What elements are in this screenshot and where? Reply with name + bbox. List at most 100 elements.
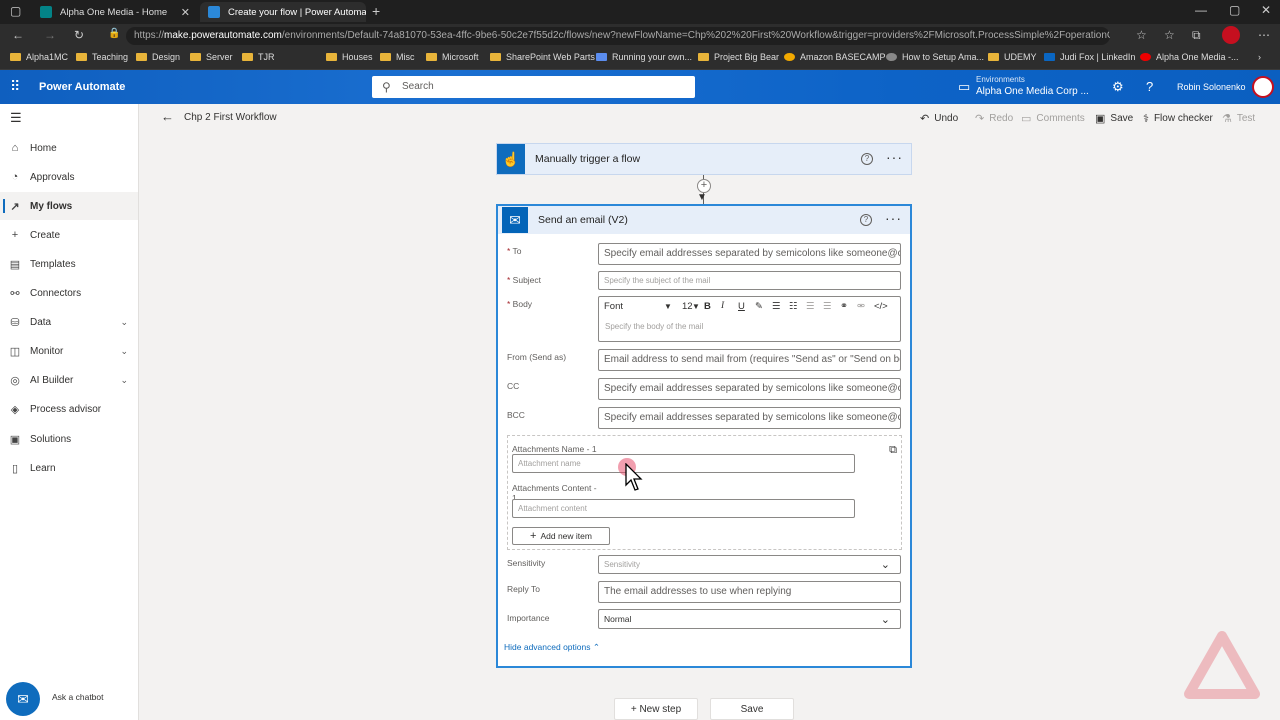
- undo-button[interactable]: ↶ Undo: [920, 112, 958, 125]
- link-icon[interactable]: ⚭: [840, 301, 857, 312]
- bookmark-item[interactable]: Misc: [380, 52, 415, 62]
- sidebar-item-ai-builder[interactable]: ◎ AI Builder ⌄: [0, 366, 138, 394]
- insert-step-button[interactable]: +: [697, 179, 711, 193]
- sidebar-item-data[interactable]: ⛁ Data ⌄: [0, 308, 138, 336]
- bookmark-item[interactable]: UDEMY: [988, 52, 1037, 62]
- bookmark-item[interactable]: TJR: [242, 52, 275, 62]
- flow-name[interactable]: Chp 2 First Workflow: [184, 112, 277, 123]
- bcc-field[interactable]: Specify email addresses separated by sem…: [598, 407, 901, 429]
- collections-icon[interactable]: ⧉: [1192, 28, 1201, 43]
- from-field[interactable]: Email address to send mail from (require…: [598, 349, 901, 371]
- maximize-icon[interactable]: ▢: [1229, 3, 1240, 17]
- environment-picker[interactable]: Alpha One Media Corp ...: [976, 86, 1089, 97]
- add-new-item-button[interactable]: + Add new item: [512, 527, 610, 545]
- chevron-down-icon[interactable]: ▼: [664, 302, 682, 311]
- sidebar-item-monitor[interactable]: ◫ Monitor ⌄: [0, 337, 138, 365]
- bookmark-item[interactable]: Microsoft: [426, 52, 479, 62]
- bookmark-item[interactable]: Design: [136, 52, 180, 62]
- italic-icon[interactable]: I: [721, 301, 738, 311]
- sidebar-item-my-flows[interactable]: ↗ My flows: [0, 192, 138, 220]
- attachment-name-field[interactable]: Attachment name: [512, 454, 855, 473]
- test-button[interactable]: ⚗ Test: [1222, 112, 1255, 125]
- trigger-card[interactable]: ☝ Manually trigger a flow ? ···: [496, 143, 912, 175]
- subject-field[interactable]: Specify the subject of the mail: [598, 271, 901, 290]
- sidebar-item-home[interactable]: ⌂ Home: [0, 134, 138, 162]
- switch-to-array-icon[interactable]: ⧉: [889, 444, 897, 457]
- reply-to-field[interactable]: The email addresses to use when replying: [598, 581, 901, 603]
- chatbot-button[interactable]: ✉: [6, 682, 40, 716]
- bookmark-item[interactable]: Server: [190, 52, 233, 62]
- bold-icon[interactable]: B: [704, 301, 721, 312]
- bookmark-item[interactable]: Running your own...: [596, 52, 692, 62]
- chevron-down-icon[interactable]: ▼: [692, 302, 704, 311]
- extensions-icon[interactable]: ☆: [1136, 28, 1147, 42]
- browser-tab-home[interactable]: Alpha One Media - Home ✕: [32, 2, 198, 22]
- sidebar-item-process-advisor[interactable]: ◈ Process advisor: [0, 395, 138, 423]
- help-icon[interactable]: ?: [1146, 79, 1153, 94]
- sidebar-item-learn[interactable]: ▯ Learn: [0, 454, 138, 482]
- comments-button[interactable]: ▭ Comments: [1021, 112, 1085, 125]
- redo-button[interactable]: ↷ Redo: [975, 112, 1013, 125]
- bookmark-item[interactable]: Amazon BASECAMP: [784, 52, 886, 62]
- chatbot-label[interactable]: Ask a chatbot: [52, 692, 104, 702]
- highlight-icon[interactable]: ✎: [755, 301, 772, 312]
- outdent-icon[interactable]: ☰: [806, 301, 823, 312]
- bookmark-item[interactable]: How to Setup Ama...: [886, 52, 984, 62]
- bookmark-item[interactable]: Alpha One Media -...: [1140, 52, 1239, 62]
- bookmark-item[interactable]: Judi Fox | LinkedIn: [1044, 52, 1135, 62]
- refresh-icon[interactable]: ↻: [74, 28, 84, 42]
- body-editor[interactable]: Font ▼ 12 ▼ B I U ✎ ☰ ☷ ☰ ☰ ⚭ ⚮ </> Spec…: [598, 296, 901, 342]
- chevron-right-icon[interactable]: ›: [1258, 52, 1261, 62]
- flow-checker-button[interactable]: ⚕ Flow checker: [1143, 112, 1213, 125]
- bullet-list-icon[interactable]: ☰: [772, 301, 789, 312]
- sidebar-item-approvals[interactable]: ◔ Approvals: [0, 163, 138, 191]
- hamburger-icon[interactable]: ☰: [10, 110, 22, 126]
- tab-actions-icon[interactable]: ▢: [10, 4, 21, 18]
- chevron-down-icon[interactable]: ⌄: [120, 317, 128, 328]
- new-tab-icon[interactable]: +: [372, 3, 380, 19]
- save-button[interactable]: ▣ Save: [1095, 112, 1133, 125]
- forward-icon[interactable]: →: [44, 28, 56, 42]
- bookmark-item[interactable]: Houses: [326, 52, 373, 62]
- search-input[interactable]: ⚲ Search: [372, 76, 695, 98]
- sidebar-item-templates[interactable]: ▤ Templates: [0, 250, 138, 278]
- bookmark-item[interactable]: Project Big Bear: [698, 52, 779, 62]
- more-icon[interactable]: ⋯: [1258, 28, 1270, 42]
- save-flow-button[interactable]: Save: [710, 698, 794, 720]
- code-view-icon[interactable]: </>: [874, 301, 891, 312]
- help-icon[interactable]: ?: [861, 153, 873, 165]
- bookmark-item[interactable]: SharePoint Web Parts: [490, 52, 595, 62]
- url-input[interactable]: https://make.powerautomate.com/environme…: [126, 27, 1110, 45]
- importance-dropdown[interactable]: Normal ⌄: [598, 609, 901, 629]
- sensitivity-dropdown[interactable]: Sensitivity ⌄: [598, 555, 901, 574]
- chevron-down-icon[interactable]: ⌄: [120, 346, 128, 357]
- back-arrow-icon[interactable]: ←: [161, 109, 174, 124]
- close-window-icon[interactable]: ✕: [1261, 3, 1271, 17]
- chevron-down-icon[interactable]: ⌄: [120, 375, 128, 386]
- font-select[interactable]: Font: [604, 301, 664, 312]
- favorites-icon[interactable]: ☆: [1164, 28, 1175, 42]
- attachment-content-field[interactable]: Attachment content: [512, 499, 855, 518]
- hide-advanced-options-link[interactable]: Hide advanced options ⌃: [504, 642, 600, 653]
- cc-field[interactable]: Specify email addresses separated by sem…: [598, 378, 901, 400]
- more-options-icon[interactable]: ···: [885, 210, 902, 226]
- bookmark-item[interactable]: Teaching: [76, 52, 128, 62]
- underline-icon[interactable]: U: [738, 301, 755, 312]
- browser-tab-flow[interactable]: Create your flow | Power Automa ✕: [200, 2, 366, 22]
- back-icon[interactable]: ←: [12, 28, 24, 42]
- to-field[interactable]: Specify email addresses separated by sem…: [598, 243, 901, 265]
- indent-icon[interactable]: ☰: [823, 301, 840, 312]
- sidebar-item-solutions[interactable]: ▣ Solutions: [0, 425, 138, 453]
- new-step-button[interactable]: + New step: [614, 698, 698, 720]
- send-email-header[interactable]: ✉ Send an email (V2) ? ···: [498, 206, 910, 234]
- gear-icon[interactable]: ⚙: [1112, 79, 1124, 95]
- avatar[interactable]: [1252, 76, 1274, 98]
- help-icon[interactable]: ?: [860, 214, 872, 226]
- bookmark-item[interactable]: Alpha1MC: [10, 52, 68, 62]
- more-options-icon[interactable]: ···: [886, 149, 903, 165]
- unlink-icon[interactable]: ⚮: [857, 301, 874, 312]
- minimize-icon[interactable]: —: [1195, 3, 1207, 17]
- app-launcher-icon[interactable]: ⠿: [10, 78, 20, 95]
- close-icon[interactable]: ✕: [181, 6, 190, 19]
- font-size-select[interactable]: 12: [682, 301, 693, 312]
